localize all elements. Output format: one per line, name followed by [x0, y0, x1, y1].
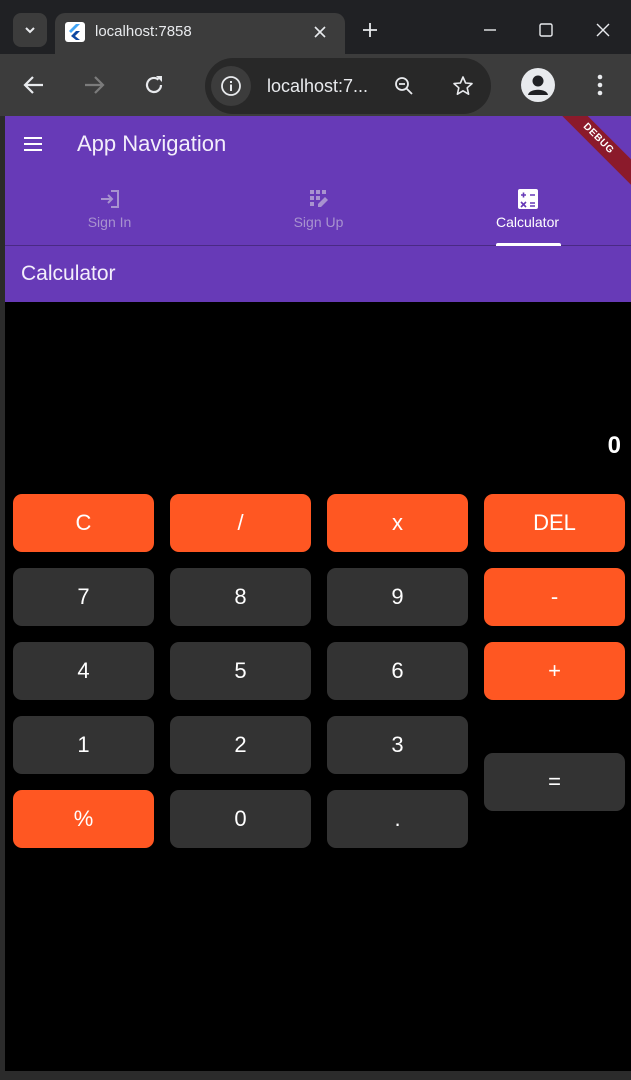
key-9[interactable]: 9 — [327, 568, 468, 626]
key-clear[interactable]: C — [13, 494, 154, 552]
browser-toolbar: localhost:7... — [0, 54, 631, 116]
key-add[interactable]: + — [484, 642, 625, 700]
back-arrow-icon — [23, 76, 43, 94]
tab-search-icon — [25, 27, 35, 34]
tab-search-button[interactable] — [13, 13, 47, 47]
key-0[interactable]: 0 — [170, 790, 311, 848]
reload-icon — [145, 76, 163, 94]
star-icon — [453, 76, 473, 95]
tab-calculator[interactable]: Calculator — [423, 180, 631, 246]
address-bar[interactable]: localhost:7... — [205, 58, 491, 114]
tab-close-button[interactable] — [309, 21, 331, 43]
tab-sign-up[interactable]: Sign Up — [214, 180, 423, 246]
browser-tab-strip: localhost:7858 — [0, 0, 631, 54]
app-registration-icon — [307, 187, 331, 211]
new-tab-button[interactable] — [357, 17, 383, 43]
profile-button[interactable] — [521, 68, 555, 102]
tab-bar: Sign In Sign Up Calculator — [5, 180, 631, 246]
zoom-button[interactable] — [390, 72, 418, 100]
key-delete[interactable]: DEL — [484, 494, 625, 552]
hamburger-menu-icon — [24, 137, 42, 151]
window-close-icon — [596, 23, 610, 37]
app-title: App Navigation — [77, 131, 227, 156]
maximize-icon — [539, 23, 553, 37]
more-vert-icon — [597, 74, 603, 96]
tab-sign-in[interactable]: Sign In — [5, 180, 214, 246]
maximize-button[interactable] — [526, 13, 566, 47]
app-bar: App Navigation Sign In Sign Up Calculato… — [5, 116, 631, 246]
forward-button[interactable] — [77, 68, 111, 102]
window-close-button[interactable] — [583, 13, 623, 47]
key-divide[interactable]: / — [170, 494, 311, 552]
back-button[interactable] — [17, 68, 51, 102]
key-3[interactable]: 3 — [327, 716, 468, 774]
plus-icon — [363, 23, 377, 37]
key-multiply[interactable]: x — [327, 494, 468, 552]
reload-button[interactable] — [137, 68, 171, 102]
forward-arrow-icon — [85, 76, 105, 94]
key-6[interactable]: 6 — [327, 642, 468, 700]
site-info-icon — [221, 76, 241, 96]
url-text[interactable]: localhost:7... — [267, 76, 368, 96]
key-1[interactable]: 1 — [13, 716, 154, 774]
browser-menu-button[interactable] — [590, 68, 610, 102]
key-7[interactable]: 7 — [13, 568, 154, 626]
minimize-icon — [484, 29, 496, 31]
key-equals[interactable]: = — [484, 753, 625, 811]
zoom-icon — [395, 77, 413, 95]
drawer-menu-button[interactable] — [21, 132, 45, 156]
calculator-display: 0 — [607, 432, 621, 459]
key-subtract[interactable]: - — [484, 568, 625, 626]
flutter-favicon — [65, 22, 85, 42]
close-icon — [314, 26, 326, 38]
tab-calculator-label: Calculator — [495, 214, 560, 230]
tab-title: localhost:7858 — [95, 23, 192, 40]
site-info-button[interactable] — [211, 66, 251, 106]
minimize-button[interactable] — [470, 13, 510, 47]
profile-icon — [528, 75, 548, 95]
bookmark-button[interactable] — [449, 72, 477, 100]
key-decimal[interactable]: . — [327, 790, 468, 848]
tab-sign-in-label: Sign In — [87, 214, 132, 230]
app-viewport: App Navigation Sign In Sign Up Calculato… — [5, 116, 631, 1071]
page-title: Calculator — [21, 262, 116, 285]
key-5[interactable]: 5 — [170, 642, 311, 700]
login-icon — [98, 187, 122, 211]
tab-sign-up-label: Sign Up — [293, 214, 344, 230]
calculate-icon — [516, 187, 540, 211]
key-4[interactable]: 4 — [13, 642, 154, 700]
key-8[interactable]: 8 — [170, 568, 311, 626]
key-percent[interactable]: % — [13, 790, 154, 848]
page-header: Calculator — [5, 246, 631, 302]
key-2[interactable]: 2 — [170, 716, 311, 774]
browser-tab[interactable]: localhost:7858 — [55, 13, 345, 54]
